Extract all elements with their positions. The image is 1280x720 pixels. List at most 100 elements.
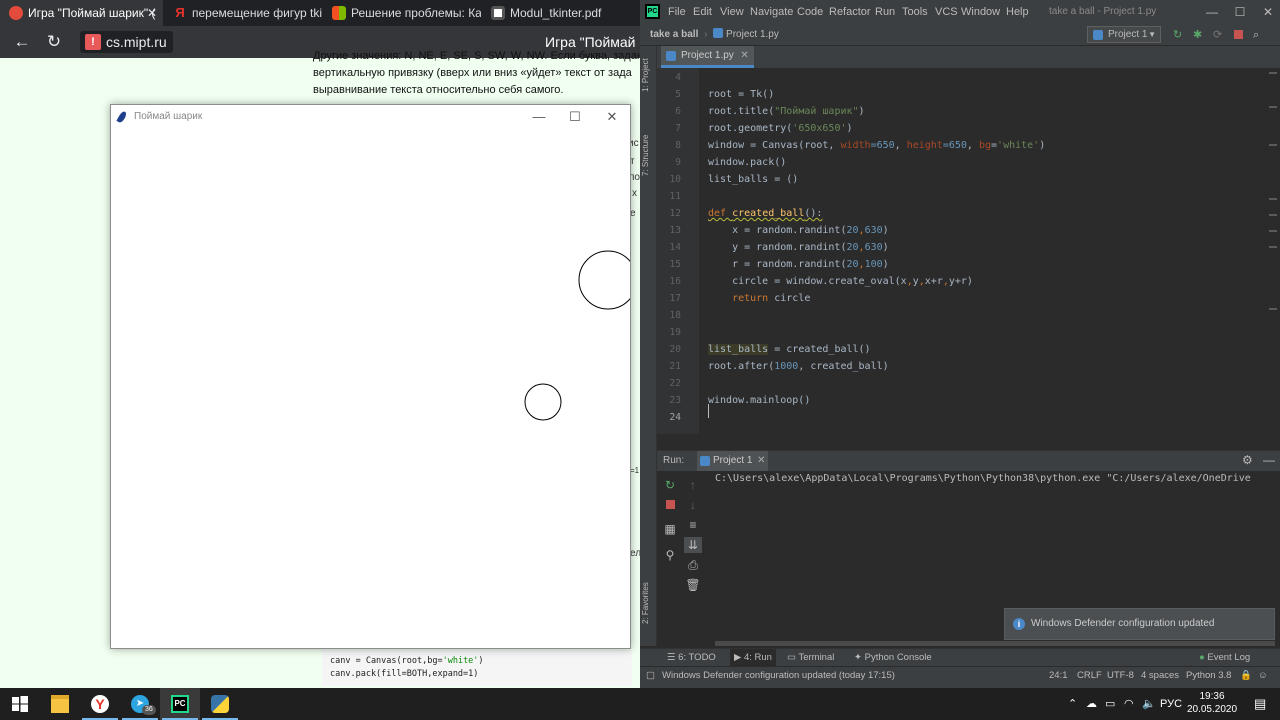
address-bar[interactable]: ! cs.mipt.ru [80,31,173,53]
tool-tab-todo[interactable]: ☰ 6: TODO [667,649,716,667]
tool-tab-project[interactable]: 1: Project [641,58,650,92]
minimize-icon[interactable]: — [1202,0,1222,24]
taskbar-yandex-browser[interactable]: Y [80,688,120,720]
tk-window: Поймай шарик — ☐ ✕ [110,104,631,649]
breadcrumb-project[interactable]: take a ball [650,29,698,40]
reload-icon[interactable]: ↻ [42,30,66,54]
line-separator[interactable]: CRLF [1077,667,1102,685]
wifi-icon[interactable]: ◠ [1124,688,1134,720]
menu-run[interactable]: Run [875,0,895,24]
toggle-panel-icon[interactable]: ▢ [646,667,655,685]
rerun-icon[interactable]: ↻ [1173,28,1182,42]
editor-tab-project1[interactable]: Project 1.py ✕ [661,46,754,68]
menu-navigate[interactable]: Navigate [750,0,793,24]
menu-window[interactable]: Window [961,0,1000,24]
close-icon[interactable]: ✕ [1258,0,1278,24]
coverage-icon[interactable]: ⟳ [1213,28,1222,42]
close-icon[interactable]: ✕ [594,105,630,129]
menu-refactor[interactable]: Refactor [829,0,871,24]
print-icon[interactable]: ⎙ [684,557,702,573]
tool-tab-python-console[interactable]: ✦ Python Console [854,649,932,667]
browser-tab-pdf[interactable]: Modul_tkinter.pdf [482,0,640,26]
console-scrollbar[interactable] [715,641,1275,646]
menu-help[interactable]: Help [1006,0,1029,24]
tray-chevron-icon[interactable]: ⌃ [1068,688,1077,720]
lock-icon[interactable]: 🔒 [1240,667,1252,685]
stop-icon[interactable] [1234,30,1243,39]
event-log-label: Event Log [1207,652,1251,663]
browser-tab-bar: Игра "Поймай шарик" ( ✕ Я перемещение фи… [0,0,640,26]
layout-icon[interactable]: ▦ [661,521,679,537]
hide-panel-icon[interactable]: — [1263,453,1275,467]
close-tab-icon[interactable]: ✕ [757,451,765,471]
close-tab-icon[interactable]: ✕ [147,0,157,26]
menu-code[interactable]: Code [797,0,823,24]
scroll-to-end-icon[interactable]: ⇊ [684,537,702,553]
soft-wrap-icon[interactable]: ≡ [684,517,702,533]
browser-tab-figures[interactable]: Я перемещение фигур tkinte [164,0,322,26]
run-config-select[interactable]: Project 1 ▼ [1087,26,1161,43]
debug-icon[interactable]: ✱ [1193,28,1202,42]
code-line: list_balls = () [708,174,799,185]
clock[interactable]: 19:36 20.05.2020 [1186,690,1238,716]
maximize-icon[interactable]: ☐ [1230,0,1250,24]
pin-icon[interactable]: ⚲ [661,547,679,563]
ball-circle [578,250,630,310]
breadcrumb-file[interactable]: Project 1.py [726,29,779,40]
run-tab-project1[interactable]: Project 1 ✕ [697,451,769,471]
menu-vcs[interactable]: VCS [935,0,958,24]
event-log-button[interactable]: ● Event Log [1199,649,1250,667]
notifications-icon[interactable]: ▤ [1254,688,1266,720]
browser-tab-game[interactable]: Игра "Поймай шарик" ( ✕ [0,0,163,26]
tool-tab-structure[interactable]: 7: Structure [641,135,650,176]
indent-setting[interactable]: 4 spaces [1141,667,1179,685]
volume-icon[interactable]: 🔈 [1142,688,1156,720]
code-keyword: return [708,293,775,304]
rerun-icon[interactable]: ↻ [661,477,679,493]
arrow-up-icon[interactable]: ↑ [684,477,702,493]
browser-tab-solution[interactable]: Решение проблемы: Как п [323,0,481,26]
code-text: root.title( [708,106,775,117]
ball-circle [524,383,562,421]
file-encoding[interactable]: UTF-8 [1107,667,1134,685]
menu-edit[interactable]: Edit [693,0,712,24]
tk-canvas[interactable] [111,131,630,648]
minimize-icon[interactable]: — [521,105,557,129]
back-icon[interactable]: ← [10,30,34,54]
arrow-down-icon[interactable]: ↓ [684,497,702,513]
notification-balloon[interactable]: i Windows Defender configuration updated [1004,608,1275,640]
code-text: x = random.randint( [708,225,847,236]
menu-file[interactable]: File [668,0,686,24]
taskbar-pycharm[interactable]: PC [160,688,200,720]
taskbar-telegram[interactable]: ➤ 36 [120,688,160,720]
code-line: list_balls = created_ball() [708,341,871,358]
tk-title-bar[interactable]: Поймай шарик — ☐ ✕ [111,105,630,131]
taskbar-python[interactable] [200,688,240,720]
menu-view[interactable]: View [720,0,744,24]
gear-icon[interactable]: ⚙ [1242,453,1253,467]
code-editor[interactable]: 4 5 6 7 8 9 10 11 12 13 14 15 16 17 18 1… [657,68,1280,434]
language-indicator[interactable]: РУС [1160,688,1182,720]
url-text: cs.mipt.ru [106,34,167,50]
taskbar-explorer[interactable] [40,688,80,720]
close-tab-icon[interactable]: ✕ [740,46,748,66]
tool-tab-run[interactable]: ▶ 4: Run [730,649,776,667]
search-icon[interactable]: ⌕ [1253,28,1259,42]
tool-tab-terminal[interactable]: ▭ Terminal [787,649,834,667]
stop-icon[interactable] [661,497,679,513]
cloud-icon[interactable]: ☁ [1086,688,1097,720]
start-button[interactable] [0,688,40,720]
menu-tools[interactable]: Tools [902,0,928,24]
inspector-icon[interactable]: ☺ [1258,667,1268,685]
tool-tab-favorites[interactable]: 2: Favorites [641,582,650,624]
maximize-icon[interactable]: ☐ [557,105,593,129]
caret-position[interactable]: 24:1 [1049,667,1068,685]
code-number: 630 [864,225,883,236]
status-bar: ▢ Windows Defender configuration updated… [640,666,1280,688]
editor-scroll-marks[interactable] [1266,68,1280,434]
status-message[interactable]: Windows Defender configuration updated (… [662,667,895,685]
python-interpreter[interactable]: Python 3.8 [1186,667,1231,685]
monitor-icon[interactable]: ▭ [1105,688,1115,720]
code-number: =650 [942,140,967,151]
trash-icon[interactable]: 🗑 [684,577,702,593]
